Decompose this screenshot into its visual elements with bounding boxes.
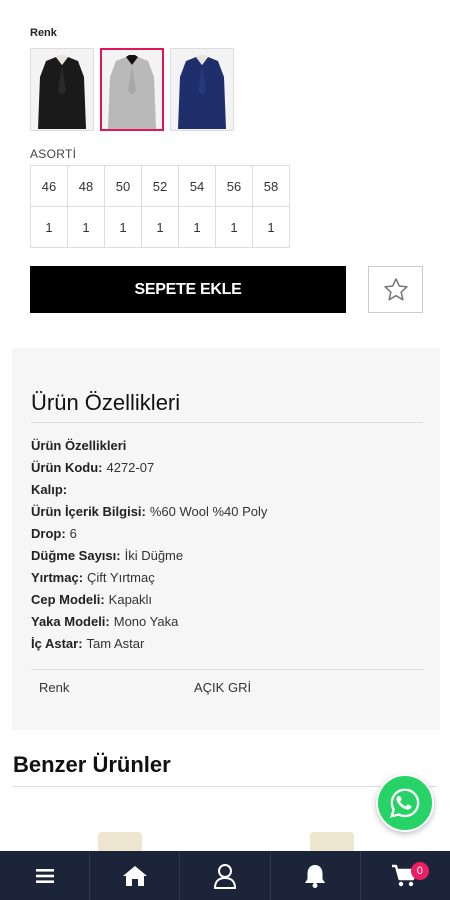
navy-jacket-image: [172, 50, 232, 129]
nav-account[interactable]: [180, 851, 271, 900]
size-cell: 46: [30, 165, 68, 207]
product-properties-panel: Ürün Özellikleri Ürün Özellikleri Ürün K…: [12, 348, 440, 730]
property-label: Ürün Kodu:: [31, 460, 103, 475]
quantity-cell: 1: [141, 206, 179, 248]
property-value: Kapaklı: [108, 592, 153, 607]
black-jacket-image: [32, 50, 92, 129]
cart-count-badge: 0: [410, 862, 429, 880]
quantity-cell: 1: [178, 206, 216, 248]
property-row: Ürün Özellikleri: [31, 435, 267, 457]
property-row: İç Astar: Tam Astar: [31, 633, 267, 655]
quantity-cell: 1: [30, 206, 68, 248]
nav-cart[interactable]: 0: [361, 851, 450, 900]
property-row: Yaka Modeli: Mono Yaka: [31, 611, 267, 633]
size-cell: 56: [215, 165, 253, 207]
home-icon: [122, 865, 147, 886]
quantity-row: 1 1 1 1 1 1 1: [30, 206, 290, 248]
similar-products-title: Benzer Ürünler: [13, 752, 171, 777]
attribute-value: AÇIK GRİ: [194, 680, 252, 695]
star-outline-icon: [383, 277, 408, 300]
bell-icon: [305, 864, 326, 888]
add-to-cart-button[interactable]: SEPETE EKLE: [30, 266, 346, 313]
property-row: Kalıp:: [31, 479, 267, 501]
size-cell: 52: [141, 165, 179, 207]
size-cell: 50: [104, 165, 142, 207]
quantity-cell: 1: [252, 206, 290, 248]
property-label: Kalıp:: [31, 482, 68, 497]
property-value: 6: [69, 526, 77, 541]
grey-jacket-image: [102, 50, 162, 129]
size-cell: 54: [178, 165, 216, 207]
quantity-cell: 1: [104, 206, 142, 248]
property-label: Düğme Sayısı:: [31, 548, 121, 563]
property-row: Düğme Sayısı: İki Düğme: [31, 545, 267, 567]
size-cell: 58: [252, 165, 290, 207]
divider: [13, 786, 437, 787]
color-label: Renk: [30, 27, 57, 39]
user-icon: [213, 863, 237, 889]
property-value: İki Düğme: [124, 548, 184, 563]
nav-menu[interactable]: [0, 851, 91, 900]
color-swatches: [30, 48, 234, 131]
property-value: Tam Astar: [86, 636, 145, 651]
property-label: Yırtmaç:: [31, 570, 84, 585]
properties-list: Ürün Özellikleri Ürün Kodu: 4272-07 Kalıp…: [31, 435, 267, 655]
property-row: Cep Modeli: Kapaklı: [31, 589, 267, 611]
whatsapp-icon: [390, 788, 420, 818]
whatsapp-button[interactable]: [376, 774, 434, 832]
property-label: İç Astar:: [31, 636, 83, 651]
property-label: Cep Modeli:: [31, 592, 105, 607]
swatch-grey[interactable]: [100, 48, 164, 131]
nav-notifications[interactable]: [271, 851, 361, 900]
size-cell: 48: [67, 165, 105, 207]
property-row: Yırtmaç: Çift Yırtmaç: [31, 567, 267, 589]
property-value: Mono Yaka: [113, 614, 179, 629]
property-value: %60 Wool %40 Poly: [149, 504, 268, 519]
favorite-button[interactable]: [368, 266, 423, 313]
divider: [31, 422, 423, 423]
property-label: Ürün Özellikleri: [31, 438, 127, 453]
property-row: Ürün Kodu: 4272-07: [31, 457, 267, 479]
property-value: 4272-07: [106, 460, 155, 475]
size-row: 46 48 50 52 54 56 58: [30, 165, 290, 207]
bottom-navigation: 0: [0, 851, 450, 900]
swatch-black[interactable]: [30, 48, 94, 131]
quantity-cell: 1: [215, 206, 253, 248]
quantity-cell: 1: [67, 206, 105, 248]
property-row: Drop: 6: [31, 523, 267, 545]
nav-home[interactable]: [90, 851, 181, 900]
property-row: Ürün İçerik Bilgisi: %60 Wool %40 Poly: [31, 501, 267, 523]
swatch-navy[interactable]: [170, 48, 234, 131]
property-label: Yaka Modeli:: [31, 614, 110, 629]
property-label: Drop:: [31, 526, 66, 541]
properties-title: Ürün Özellikleri: [31, 390, 181, 415]
divider: [31, 669, 423, 670]
property-label: Ürün İçerik Bilgisi:: [31, 504, 146, 519]
menu-icon: [35, 868, 54, 883]
property-value: Çift Yırtmaç: [87, 570, 155, 585]
assortment-label: ASORTİ: [30, 147, 77, 161]
size-table: 46 48 50 52 54 56 58 1 1 1 1 1 1 1: [30, 165, 290, 248]
attribute-key: Renk: [39, 680, 70, 695]
